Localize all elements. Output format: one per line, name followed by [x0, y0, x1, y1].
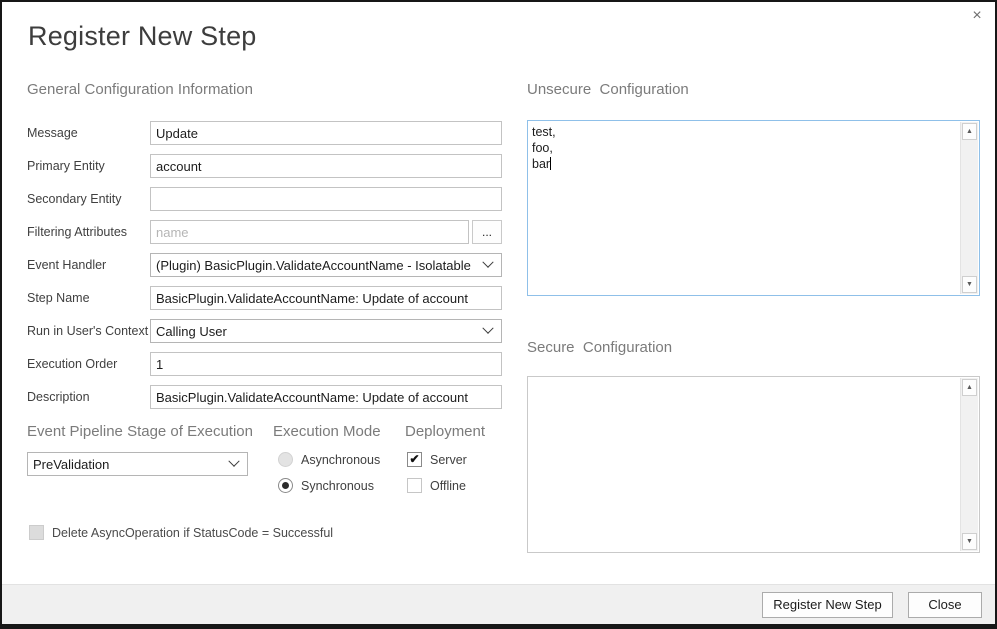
run-in-users-context-dropdown[interactable]: Calling User: [150, 319, 502, 343]
general-configuration-form: Message Primary Entity Secondary Entity …: [27, 121, 502, 418]
close-button[interactable]: Close: [908, 592, 982, 618]
run-in-users-context-row: Run in User's Context Calling User: [27, 319, 502, 343]
scroll-up-icon[interactable]: ▲: [962, 123, 977, 140]
unsecure-configuration-box: test, foo, bar ▲ ▼: [527, 120, 980, 296]
dialog-footer: Register New Step Close: [2, 584, 995, 624]
secondary-entity-input[interactable]: [150, 187, 502, 211]
secondary-entity-row: Secondary Entity: [27, 187, 502, 211]
dialog-title: Register New Step: [28, 21, 257, 52]
scroll-down-icon[interactable]: ▼: [962, 276, 977, 293]
unsecure-config-line: test,: [532, 124, 957, 140]
offline-label: Offline: [430, 479, 466, 493]
chevron-down-icon: [228, 456, 239, 467]
message-label: Message: [27, 126, 150, 140]
synchronous-option[interactable]: Synchronous: [278, 478, 380, 493]
filtering-attributes-browse-button[interactable]: ...: [472, 220, 502, 244]
server-label: Server: [430, 453, 467, 467]
text-caret: [550, 157, 551, 170]
scroll-up-icon[interactable]: ▲: [962, 379, 977, 396]
scroll-down-icon[interactable]: ▼: [962, 533, 977, 550]
event-handler-value: (Plugin) BasicPlugin.ValidateAccountName…: [156, 258, 471, 273]
chevron-down-icon: [482, 323, 493, 334]
pipeline-stage-dropdown[interactable]: PreValidation: [27, 452, 248, 476]
execution-mode-options: Asynchronous Synchronous: [278, 452, 380, 504]
offline-checkbox[interactable]: [407, 478, 422, 493]
description-input[interactable]: [150, 385, 502, 409]
unsecure-config-scrollbar[interactable]: ▲ ▼: [960, 122, 978, 294]
execution-order-input[interactable]: [150, 352, 502, 376]
description-label: Description: [27, 390, 150, 404]
run-in-users-context-label: Run in User's Context: [27, 324, 150, 338]
delete-async-operation-label: Delete AsyncOperation if StatusCode = Su…: [52, 526, 333, 540]
step-name-input[interactable]: [150, 286, 502, 310]
execution-mode-header: Execution Mode: [273, 423, 381, 440]
primary-entity-label: Primary Entity: [27, 159, 150, 173]
step-name-row: Step Name: [27, 286, 502, 310]
synchronous-label: Synchronous: [301, 479, 374, 493]
description-row: Description: [27, 385, 502, 409]
chevron-down-icon: [482, 257, 493, 268]
event-pipeline-stage-header: Event Pipeline Stage of Execution: [27, 423, 253, 440]
execution-order-row: Execution Order: [27, 352, 502, 376]
general-configuration-header: General Configuration Information: [27, 81, 253, 98]
unsecure-configuration-textarea[interactable]: test, foo, bar: [528, 121, 961, 295]
event-handler-dropdown[interactable]: (Plugin) BasicPlugin.ValidateAccountName…: [150, 253, 502, 277]
primary-entity-row: Primary Entity: [27, 154, 502, 178]
server-checkbox[interactable]: ✔: [407, 452, 422, 467]
step-name-label: Step Name: [27, 291, 150, 305]
offline-option[interactable]: Offline: [407, 478, 467, 493]
filtering-attributes-label: Filtering Attributes: [27, 225, 150, 239]
register-new-step-button[interactable]: Register New Step: [762, 592, 893, 618]
message-row: Message: [27, 121, 502, 145]
register-new-step-dialog: × Register New Step General Configuratio…: [0, 0, 997, 629]
close-icon[interactable]: ×: [967, 6, 987, 26]
unsecure-configuration-header: Unsecure Configuration: [527, 81, 689, 98]
event-handler-row: Event Handler (Plugin) BasicPlugin.Valid…: [27, 253, 502, 277]
execution-order-label: Execution Order: [27, 357, 150, 371]
secure-configuration-box: ▲ ▼: [527, 376, 980, 553]
deployment-header: Deployment: [405, 423, 485, 440]
secondary-entity-label: Secondary Entity: [27, 192, 150, 206]
unsecure-config-line: bar: [532, 156, 957, 172]
delete-async-operation-option: Delete AsyncOperation if StatusCode = Su…: [29, 525, 333, 540]
server-option[interactable]: ✔ Server: [407, 452, 467, 467]
filtering-attributes-input[interactable]: [150, 220, 469, 244]
secure-configuration-header: Secure Configuration: [527, 339, 672, 356]
secure-config-scrollbar[interactable]: ▲ ▼: [960, 378, 978, 551]
primary-entity-input[interactable]: [150, 154, 502, 178]
event-handler-label: Event Handler: [27, 258, 150, 272]
run-in-users-context-value: Calling User: [156, 324, 227, 339]
asynchronous-radio: [278, 452, 293, 467]
unsecure-config-line: foo,: [532, 140, 957, 156]
secure-configuration-textarea[interactable]: [528, 377, 961, 552]
asynchronous-option: Asynchronous: [278, 452, 380, 467]
message-input[interactable]: [150, 121, 502, 145]
synchronous-radio[interactable]: [278, 478, 293, 493]
filtering-attributes-row: Filtering Attributes ...: [27, 220, 502, 244]
pipeline-stage-value: PreValidation: [33, 457, 109, 472]
delete-async-operation-checkbox: [29, 525, 44, 540]
asynchronous-label: Asynchronous: [301, 453, 380, 467]
deployment-options: ✔ Server Offline: [407, 452, 467, 504]
